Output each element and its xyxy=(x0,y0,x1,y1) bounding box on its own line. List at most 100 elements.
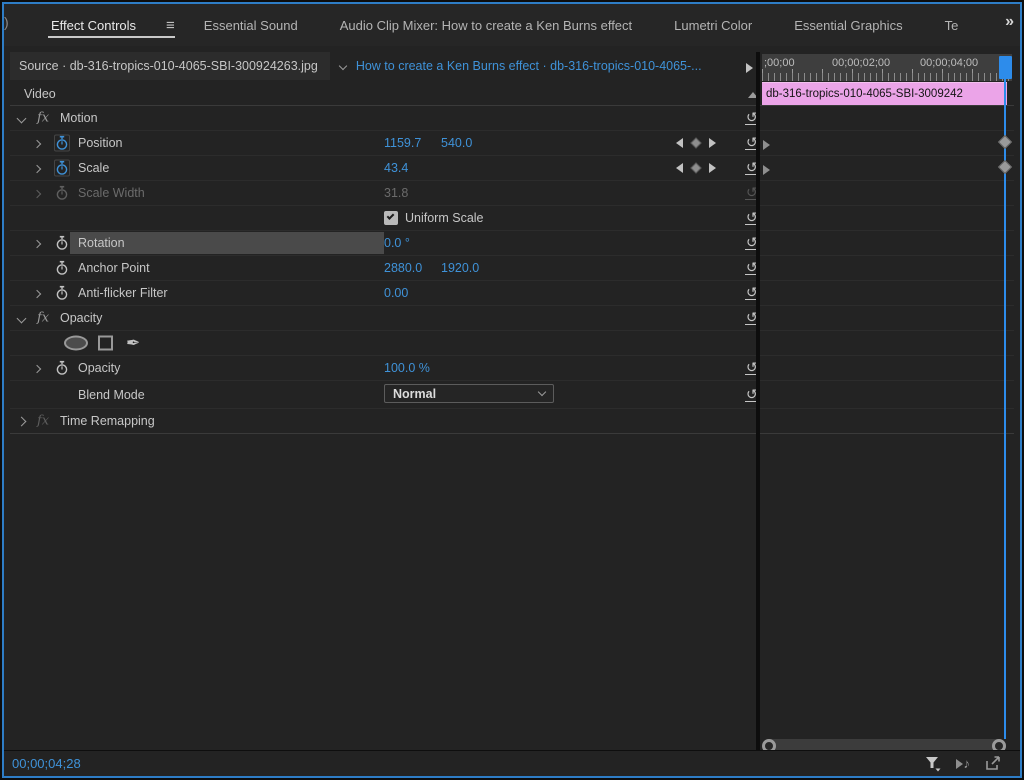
sequence-clip-link[interactable]: How to create a Ken Burns effect · db-31… xyxy=(356,59,702,73)
tab-label: Essential Sound xyxy=(204,18,298,33)
toggle-animation-stopwatch-icon[interactable] xyxy=(54,260,70,277)
next-keyframe-icon[interactable] xyxy=(709,138,716,148)
scale-width-label: Scale Width xyxy=(78,186,145,200)
current-timecode[interactable]: 00;00;04;28 xyxy=(12,756,81,771)
anti-flicker-value[interactable]: 0.00 xyxy=(384,286,408,300)
scale-width-value: 31.8 xyxy=(384,186,408,200)
uniform-scale-row: Uniform Scale ↺ xyxy=(10,206,1014,231)
anchor-point-x-value[interactable]: 2880.0 xyxy=(384,261,422,275)
next-keyframe-icon[interactable] xyxy=(709,163,716,173)
prev-keyframe-icon[interactable] xyxy=(676,163,683,173)
tab-essential-graphics[interactable]: Essential Graphics xyxy=(773,4,923,46)
fx-badge-icon[interactable]: fx xyxy=(37,111,49,126)
timeline-ruler[interactable]: ;00;00 00;00;02;00 00;00;04;00 xyxy=(762,54,1012,81)
toggle-animation-stopwatch-icon[interactable] xyxy=(54,160,70,177)
rotation-param-row: Rotation 0.0 ° ↺ xyxy=(10,231,1014,256)
clip-nav-play-icon[interactable] xyxy=(746,60,753,78)
chevron-right-icon[interactable] xyxy=(34,359,40,377)
premiere-window: ) Effect Controls ≡ Essential Sound Audi… xyxy=(0,0,1024,780)
uniform-scale-checkbox[interactable] xyxy=(384,211,398,225)
blend-mode-value: Normal xyxy=(393,387,436,401)
panel-status-bar: 00;00;04;28 ♪ xyxy=(4,750,1020,776)
chevron-down-icon[interactable] xyxy=(339,62,347,70)
position-y-value[interactable]: 540.0 xyxy=(441,136,472,150)
tab-lumetri-color[interactable]: Lumetri Color xyxy=(653,4,773,46)
toggle-animation-stopwatch-icon xyxy=(54,185,70,202)
timeline-clip[interactable]: db-316-tropics-010-4065-SBI-3009242 xyxy=(762,82,1007,105)
add-keyframe-icon[interactable] xyxy=(690,137,701,148)
tab-overflow-chevron-icon[interactable]: » xyxy=(1005,13,1014,31)
tab-truncated[interactable]: Te xyxy=(924,4,980,46)
chevron-right-icon[interactable] xyxy=(34,159,40,177)
source-clip-label[interactable]: Source · db-316-tropics-010-4065-SBI-300… xyxy=(10,52,330,80)
panel-tab-bar: ) Effect Controls ≡ Essential Sound Audi… xyxy=(4,4,1020,46)
panel-menu-icon[interactable]: ≡ xyxy=(145,4,183,46)
play-in-to-out-icon[interactable] xyxy=(985,756,1002,771)
chevron-right-icon[interactable] xyxy=(34,234,40,252)
chevron-down-icon xyxy=(538,388,546,396)
ruler-tick-label: 00;00;04;00 xyxy=(920,57,978,69)
chevron-right-icon[interactable] xyxy=(34,134,40,152)
blend-mode-dropdown[interactable]: Normal xyxy=(384,384,554,403)
anti-flicker-param-row: Anti-flicker Filter 0.00 ↺ xyxy=(10,281,1014,306)
pen-mask-icon[interactable]: ✒ xyxy=(126,335,140,352)
effect-controls-panel: ) Effect Controls ≡ Essential Sound Audi… xyxy=(2,2,1022,778)
tab-essential-sound[interactable]: Essential Sound xyxy=(183,4,319,46)
toggle-animation-stopwatch-icon[interactable] xyxy=(54,360,70,377)
ruler-tick-label: 00;00;02;00 xyxy=(832,57,890,69)
rectangle-mask-icon[interactable] xyxy=(98,336,113,351)
opacity-value[interactable]: 100.0 % xyxy=(384,361,430,375)
position-label: Position xyxy=(78,136,122,150)
opacity-effect-row[interactable]: fx Opacity ↺ xyxy=(10,306,1014,331)
motion-effect-label: Motion xyxy=(60,111,98,125)
anchor-point-label: Anchor Point xyxy=(78,261,150,275)
ruler-tick-label: ;00;00 xyxy=(764,57,795,69)
chevron-right-icon[interactable] xyxy=(18,412,25,430)
toggle-animation-stopwatch-icon[interactable] xyxy=(54,135,70,152)
fx-badge-icon[interactable]: fx xyxy=(37,311,49,326)
ellipse-mask-icon[interactable] xyxy=(64,336,88,351)
timeline-clip-name: db-316-tropics-010-4065-SBI-3009242 xyxy=(766,88,963,100)
chevron-right-icon[interactable] xyxy=(34,284,40,302)
tab-audio-clip-mixer[interactable]: Audio Clip Mixer: How to create a Ken Bu… xyxy=(319,4,653,46)
add-keyframe-icon[interactable] xyxy=(690,162,701,173)
effect-parameter-list: Video fx Motion ↺ Position 1159.7 540.0 … xyxy=(10,82,1014,434)
anchor-point-y-value[interactable]: 1920.0 xyxy=(441,261,479,275)
filter-properties-icon[interactable] xyxy=(924,755,941,772)
rotation-value[interactable]: 0.0 ° xyxy=(384,236,410,250)
scale-value[interactable]: 43.4 xyxy=(384,161,408,175)
playhead-handle[interactable] xyxy=(999,56,1012,79)
bottom-toolbar: ♪ xyxy=(924,755,1003,772)
tab-label: Effect Controls xyxy=(51,18,136,33)
opacity-effect-label: Opacity xyxy=(60,311,102,325)
fx-badge-icon: fx xyxy=(37,414,49,429)
time-remapping-label: Time Remapping xyxy=(60,414,155,428)
ruler-minor-ticks xyxy=(762,73,1012,81)
panel-splitter[interactable] xyxy=(756,52,760,750)
toggle-animation-stopwatch-icon[interactable] xyxy=(54,285,70,302)
uniform-scale-label: Uniform Scale xyxy=(405,211,484,225)
rotation-label: Rotation xyxy=(78,236,125,250)
keyframe-offscreen-arrow-icon[interactable] xyxy=(763,162,770,180)
blend-mode-row: Blend Mode Normal ↺ xyxy=(10,381,1014,409)
chevron-down-icon[interactable] xyxy=(18,309,25,327)
chevron-down-icon[interactable] xyxy=(18,109,25,127)
play-audio-icon[interactable]: ♪ xyxy=(956,756,971,771)
motion-effect-row[interactable]: fx Motion ↺ xyxy=(10,106,1014,131)
position-param-row: Position 1159.7 540.0 ↺ xyxy=(10,131,1014,156)
opacity-param-row: Opacity 100.0 % ↺ xyxy=(10,356,1014,381)
position-x-value[interactable]: 1159.7 xyxy=(384,136,421,150)
tab-label: Lumetri Color xyxy=(674,18,752,33)
anchor-point-param-row: Anchor Point 2880.0 1920.0 ↺ xyxy=(10,256,1014,281)
keyframe-offscreen-arrow-icon[interactable] xyxy=(763,137,770,155)
clipped-edge-fragment: ) xyxy=(4,14,9,30)
blend-mode-label: Blend Mode xyxy=(78,388,145,402)
toggle-animation-stopwatch-icon[interactable] xyxy=(54,235,70,252)
time-remapping-row[interactable]: fx Time Remapping xyxy=(10,409,1014,434)
prev-keyframe-icon[interactable] xyxy=(676,138,683,148)
playhead-line xyxy=(1004,79,1006,739)
keyframe-navigator xyxy=(676,138,716,148)
video-section-title: Video xyxy=(24,87,56,101)
scale-label: Scale xyxy=(78,161,109,175)
tab-effect-controls[interactable]: Effect Controls xyxy=(30,4,157,46)
